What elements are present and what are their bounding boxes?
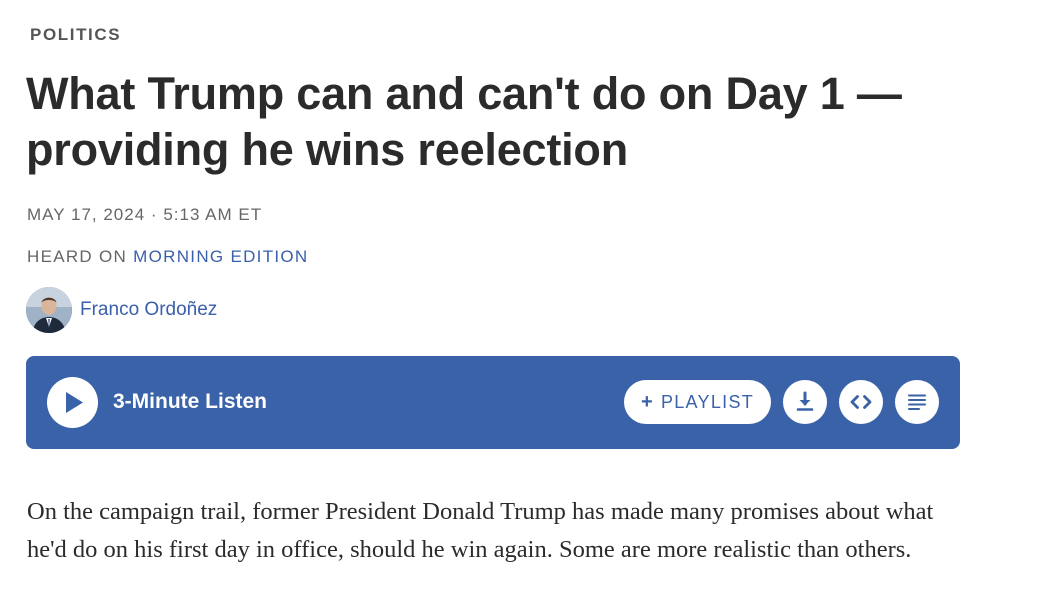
play-icon xyxy=(66,392,83,413)
article-body-paragraph: On the campaign trail, former President … xyxy=(27,498,934,563)
transcript-button[interactable] xyxy=(895,380,939,424)
audio-player: 3-Minute Listen + PLAYLIST xyxy=(26,356,960,449)
transcript-icon xyxy=(908,394,926,410)
program-link[interactable]: MORNING EDITION xyxy=(133,247,308,266)
add-to-playlist-button[interactable]: + PLAYLIST xyxy=(624,380,771,424)
dateline-separator: · xyxy=(150,205,158,224)
embed-icon xyxy=(850,395,872,409)
download-icon xyxy=(796,391,814,411)
heard-on-prefix: HEARD ON xyxy=(27,247,128,266)
article-page: POLITICS What Trump can and can't do on … xyxy=(0,0,1040,602)
playlist-label: PLAYLIST xyxy=(660,391,755,412)
article-headline: What Trump can and can't do on Day 1 — p… xyxy=(26,68,902,175)
plus-icon: + xyxy=(640,390,654,413)
author-photo-icon xyxy=(26,287,72,333)
section-slug[interactable]: POLITICS xyxy=(30,25,121,45)
publish-date: MAY 17, 2024 xyxy=(27,205,146,224)
play-button[interactable] xyxy=(47,377,98,428)
author-name-link[interactable]: Franco Ordoñez xyxy=(80,299,217,321)
publish-time: 5:13 AM ET xyxy=(163,205,263,224)
listen-duration-label: 3-Minute Listen xyxy=(113,390,268,413)
download-button[interactable] xyxy=(783,380,827,424)
embed-button[interactable] xyxy=(839,380,883,424)
heard-on: HEARD ON MORNING EDITION xyxy=(27,247,309,267)
byline: Franco Ordoñez xyxy=(26,287,217,333)
author-avatar[interactable] xyxy=(26,287,72,333)
dateline: MAY 17, 2024 · 5:13 AM ET xyxy=(27,205,262,225)
